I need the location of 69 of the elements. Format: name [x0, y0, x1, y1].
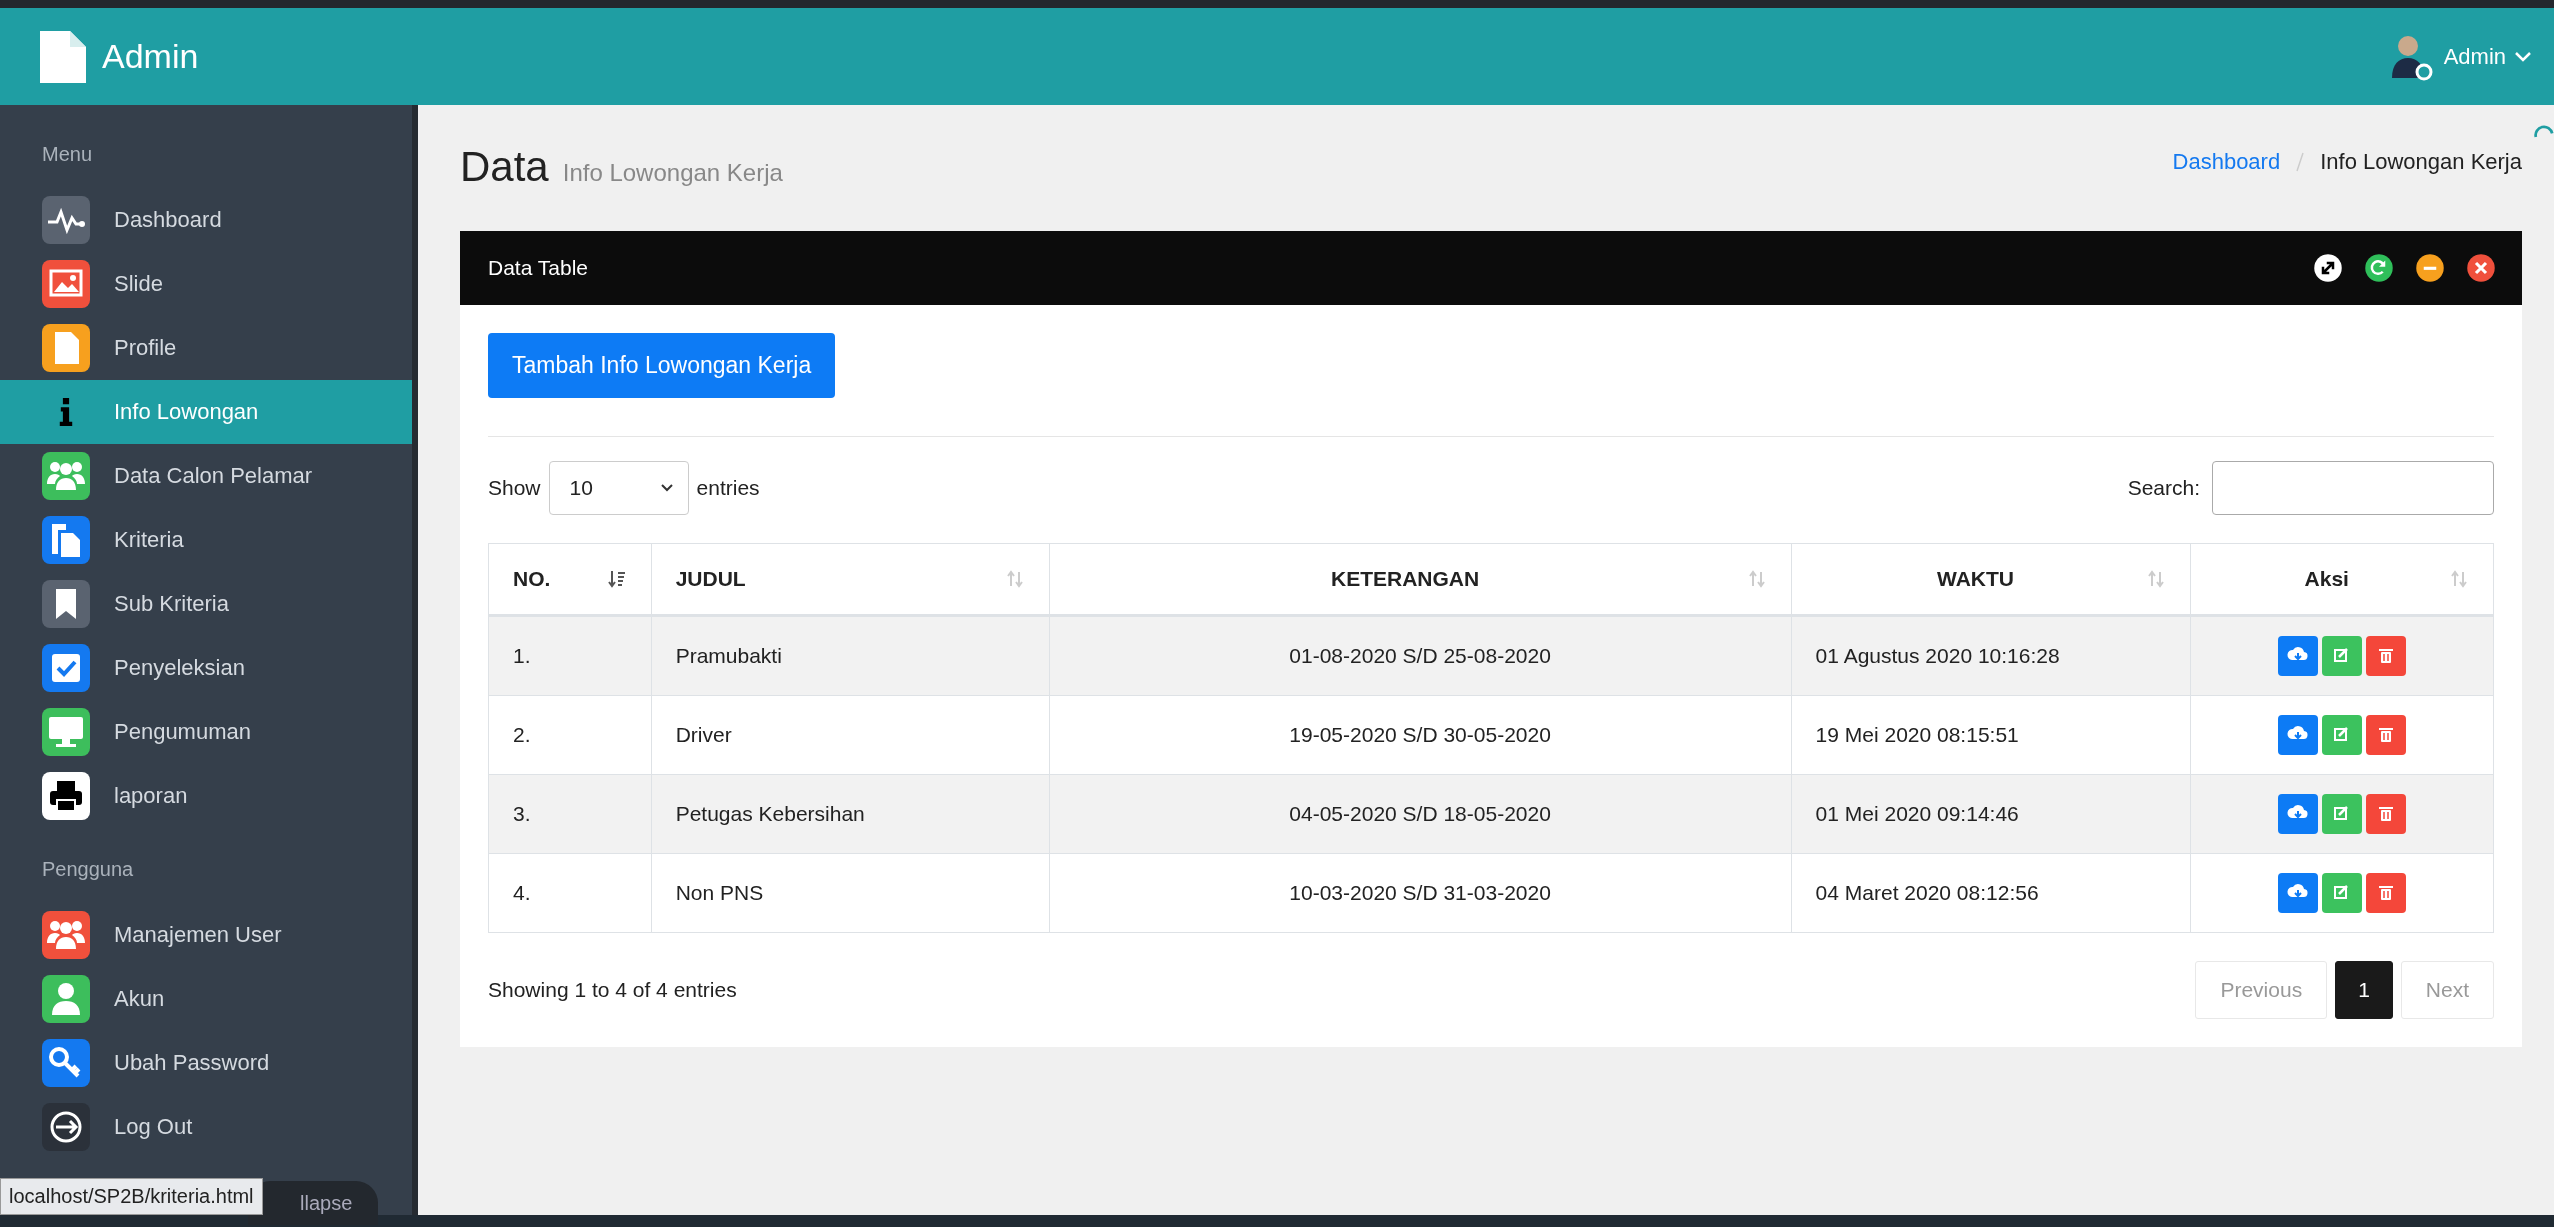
download-button[interactable] [2277, 715, 2318, 755]
column-header[interactable]: NO. [513, 567, 597, 591]
table-cell: Driver [651, 695, 1050, 775]
edit-button[interactable] [2321, 794, 2362, 834]
sidebar-item[interactable]: Log Out [0, 1095, 412, 1159]
sidebar-item[interactable]: Data Calon Pelamar [0, 444, 412, 508]
edit-button[interactable] [2321, 636, 2362, 676]
table-cell: 01-08-2020 S/D 25-08-2020 [1049, 615, 1792, 696]
table-cell: 04 Maret 2020 08:12:56 [1791, 853, 2190, 933]
sidebar-item[interactable]: Akun [0, 967, 412, 1031]
delete-button[interactable] [2365, 715, 2406, 755]
download-button[interactable] [2277, 636, 2318, 676]
table-info: Showing 1 to 4 of 4 entries [488, 978, 737, 1002]
card-title: Data Table [488, 256, 589, 280]
table-cell: 4. [488, 853, 652, 933]
breadcrumb-link[interactable]: Dashboard [2172, 149, 2281, 175]
sidebar-item[interactable]: Ubah Password [0, 1031, 412, 1095]
table-cell: Pramubakti [651, 615, 1050, 696]
loading-spinner-icon [2534, 125, 2554, 139]
sort-ascending-icon[interactable] [606, 569, 627, 589]
edit-button[interactable] [2321, 715, 2362, 755]
table-cell: Non PNS [651, 853, 1050, 933]
close-icon[interactable] [2466, 253, 2496, 283]
table-cell: 10-03-2020 S/D 31-03-2020 [1049, 853, 1792, 933]
download-button[interactable] [2277, 794, 2318, 834]
entries-label: entries [696, 476, 760, 500]
delete-button[interactable] [2365, 873, 2406, 913]
table-cell: 01 Mei 2020 09:14:46 [1791, 774, 2190, 854]
page-button[interactable]: 1 [2335, 961, 2393, 1019]
expand-icon[interactable] [2313, 253, 2343, 283]
section-heading: Menu [41, 142, 94, 167]
status-url-tooltip: localhost/SP2B/kriteria.html [0, 1178, 263, 1215]
table-cell: 19 Mei 2020 08:15:51 [1791, 695, 2190, 775]
search-field[interactable] [2212, 461, 2494, 515]
refresh-icon[interactable] [2364, 253, 2394, 283]
show-label: Show [488, 476, 541, 500]
sidebar-item[interactable]: Slide [0, 252, 412, 316]
sidebar-item[interactable]: Penyeleksian [0, 636, 412, 700]
add-button[interactable]: Tambah Info Lowongan Kerja [488, 333, 836, 398]
page-subtitle: Info Lowongan Kerja [562, 159, 783, 187]
delete-button[interactable] [2365, 794, 2406, 834]
entries-dropdown[interactable]: 10 [548, 461, 689, 515]
sidebar-item[interactable]: Sub Kriteria [0, 572, 412, 636]
caret-icon [659, 483, 674, 493]
edit-button[interactable] [2321, 873, 2362, 913]
table-cell: Petugas Kebersihan [651, 774, 1050, 854]
search-label: Search: [2127, 476, 2200, 500]
table-cell: 1. [488, 615, 652, 696]
sidebar-item[interactable]: Dashboard [0, 188, 412, 252]
table-cell: 2. [488, 695, 652, 775]
caret-icon [2514, 50, 2532, 63]
sidebar-item[interactable]: laporan [0, 764, 412, 828]
delete-button[interactable] [2365, 636, 2406, 676]
table-cell: 19-05-2020 S/D 30-05-2020 [1049, 695, 1792, 775]
table-cell: 01 Agustus 2020 10:16:28 [1791, 615, 2190, 696]
sidebar-item[interactable]: Profile [0, 316, 412, 380]
table-cell: 3. [488, 774, 652, 854]
breadcrumb-current: Info Lowongan Kerja [2320, 149, 2522, 175]
breadcrumb-separator-icon [2296, 151, 2305, 173]
sidebar-item[interactable]: Pengumuman [0, 700, 412, 764]
section-heading: Pengguna [41, 857, 135, 882]
page-title: Data [460, 143, 549, 191]
document-logo-icon [38, 28, 88, 85]
minimize-icon[interactable] [2415, 253, 2445, 283]
sidebar-item[interactable]: Manajemen User [0, 903, 412, 967]
download-button[interactable] [2277, 873, 2318, 913]
sidebar-item[interactable]: Kriteria [0, 508, 412, 572]
table-cell: 04-05-2020 S/D 18-05-2020 [1049, 774, 1792, 854]
info-icon [59, 398, 73, 426]
